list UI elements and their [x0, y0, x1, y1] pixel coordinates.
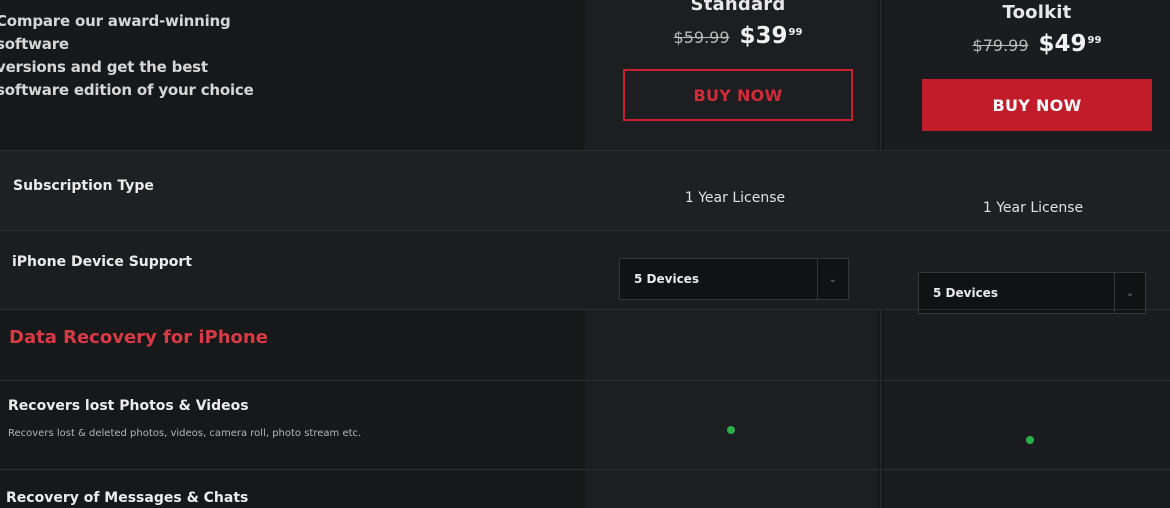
devices-select-standard[interactable]: 5 Devices ⌄ [619, 258, 849, 300]
old-price: $79.99 [972, 36, 1029, 55]
select-value: 5 Devices [634, 272, 699, 286]
row-divider [0, 230, 1170, 231]
new-price: $3999 [740, 23, 803, 49]
subscription-standard-value: 1 Year License [684, 190, 786, 206]
new-price-main: $49 [1038, 31, 1087, 57]
select-value: 5 Devices [933, 286, 998, 300]
row-divider [0, 380, 1170, 381]
new-price: $4999 [1039, 31, 1102, 57]
check-standard-icon [727, 426, 735, 434]
row-label: iPhone Device Support [12, 254, 192, 270]
feature-title: Recovery of Messages & Chats [6, 490, 249, 506]
buy-now-toolkit-button[interactable]: BUY NOW [922, 79, 1152, 131]
section-title: Data Recovery for iPhone [9, 327, 268, 348]
feature-row: Recovery of Messages & Chats [0, 470, 1170, 508]
intro-line-1: Compare our award-winning software [0, 12, 231, 53]
check-toolkit-icon [1026, 436, 1034, 444]
new-price-main: $39 [739, 23, 788, 49]
devices-select-toolkit[interactable]: 5 Devices ⌄ [918, 272, 1146, 314]
intro-line-3: software edition of your choice [0, 81, 254, 99]
row-divider [0, 150, 1170, 151]
old-price: $59.99 [673, 28, 730, 47]
plan-prices: $59.99 $3999 [622, 23, 854, 49]
plan-prices: $79.99 $4999 [922, 31, 1152, 57]
subscription-toolkit-value: 1 Year License [982, 200, 1084, 216]
plan-name: Standard [690, 0, 786, 15]
intro-line-2: versions and get the best [0, 58, 208, 76]
comparison-table: Compare our award-winning software versi… [0, 0, 1170, 508]
plan-toolkit: Toolkit $79.99 $4999 BUY NOW [922, 2, 1152, 131]
chevron-down-icon[interactable]: ⌄ [1114, 273, 1145, 313]
feature-description: Recovers lost & deleted photos, videos, … [8, 428, 362, 439]
chevron-down-icon[interactable]: ⌄ [817, 259, 848, 299]
buy-now-standard-button[interactable]: BUY NOW [623, 69, 853, 121]
new-price-cents: 99 [788, 27, 803, 38]
plan-standard: Standard $59.99 $3999 BUY NOW [622, 0, 854, 121]
plan-name: Toolkit [1002, 2, 1072, 23]
feature-title: Recovers lost Photos & Videos [8, 398, 249, 414]
row-divider [0, 309, 1170, 310]
devices-row: iPhone Device Support 5 Devices ⌄ 5 Devi… [0, 230, 1170, 314]
intro-text: Compare our award-winning software versi… [0, 10, 296, 102]
row-label: Subscription Type [13, 178, 154, 194]
feature-row: Recovers lost Photos & Videos Recovers l… [0, 380, 1170, 470]
subscription-row: Subscription Type 1 Year License 1 Year … [0, 150, 1170, 230]
new-price-cents: 99 [1087, 35, 1102, 46]
